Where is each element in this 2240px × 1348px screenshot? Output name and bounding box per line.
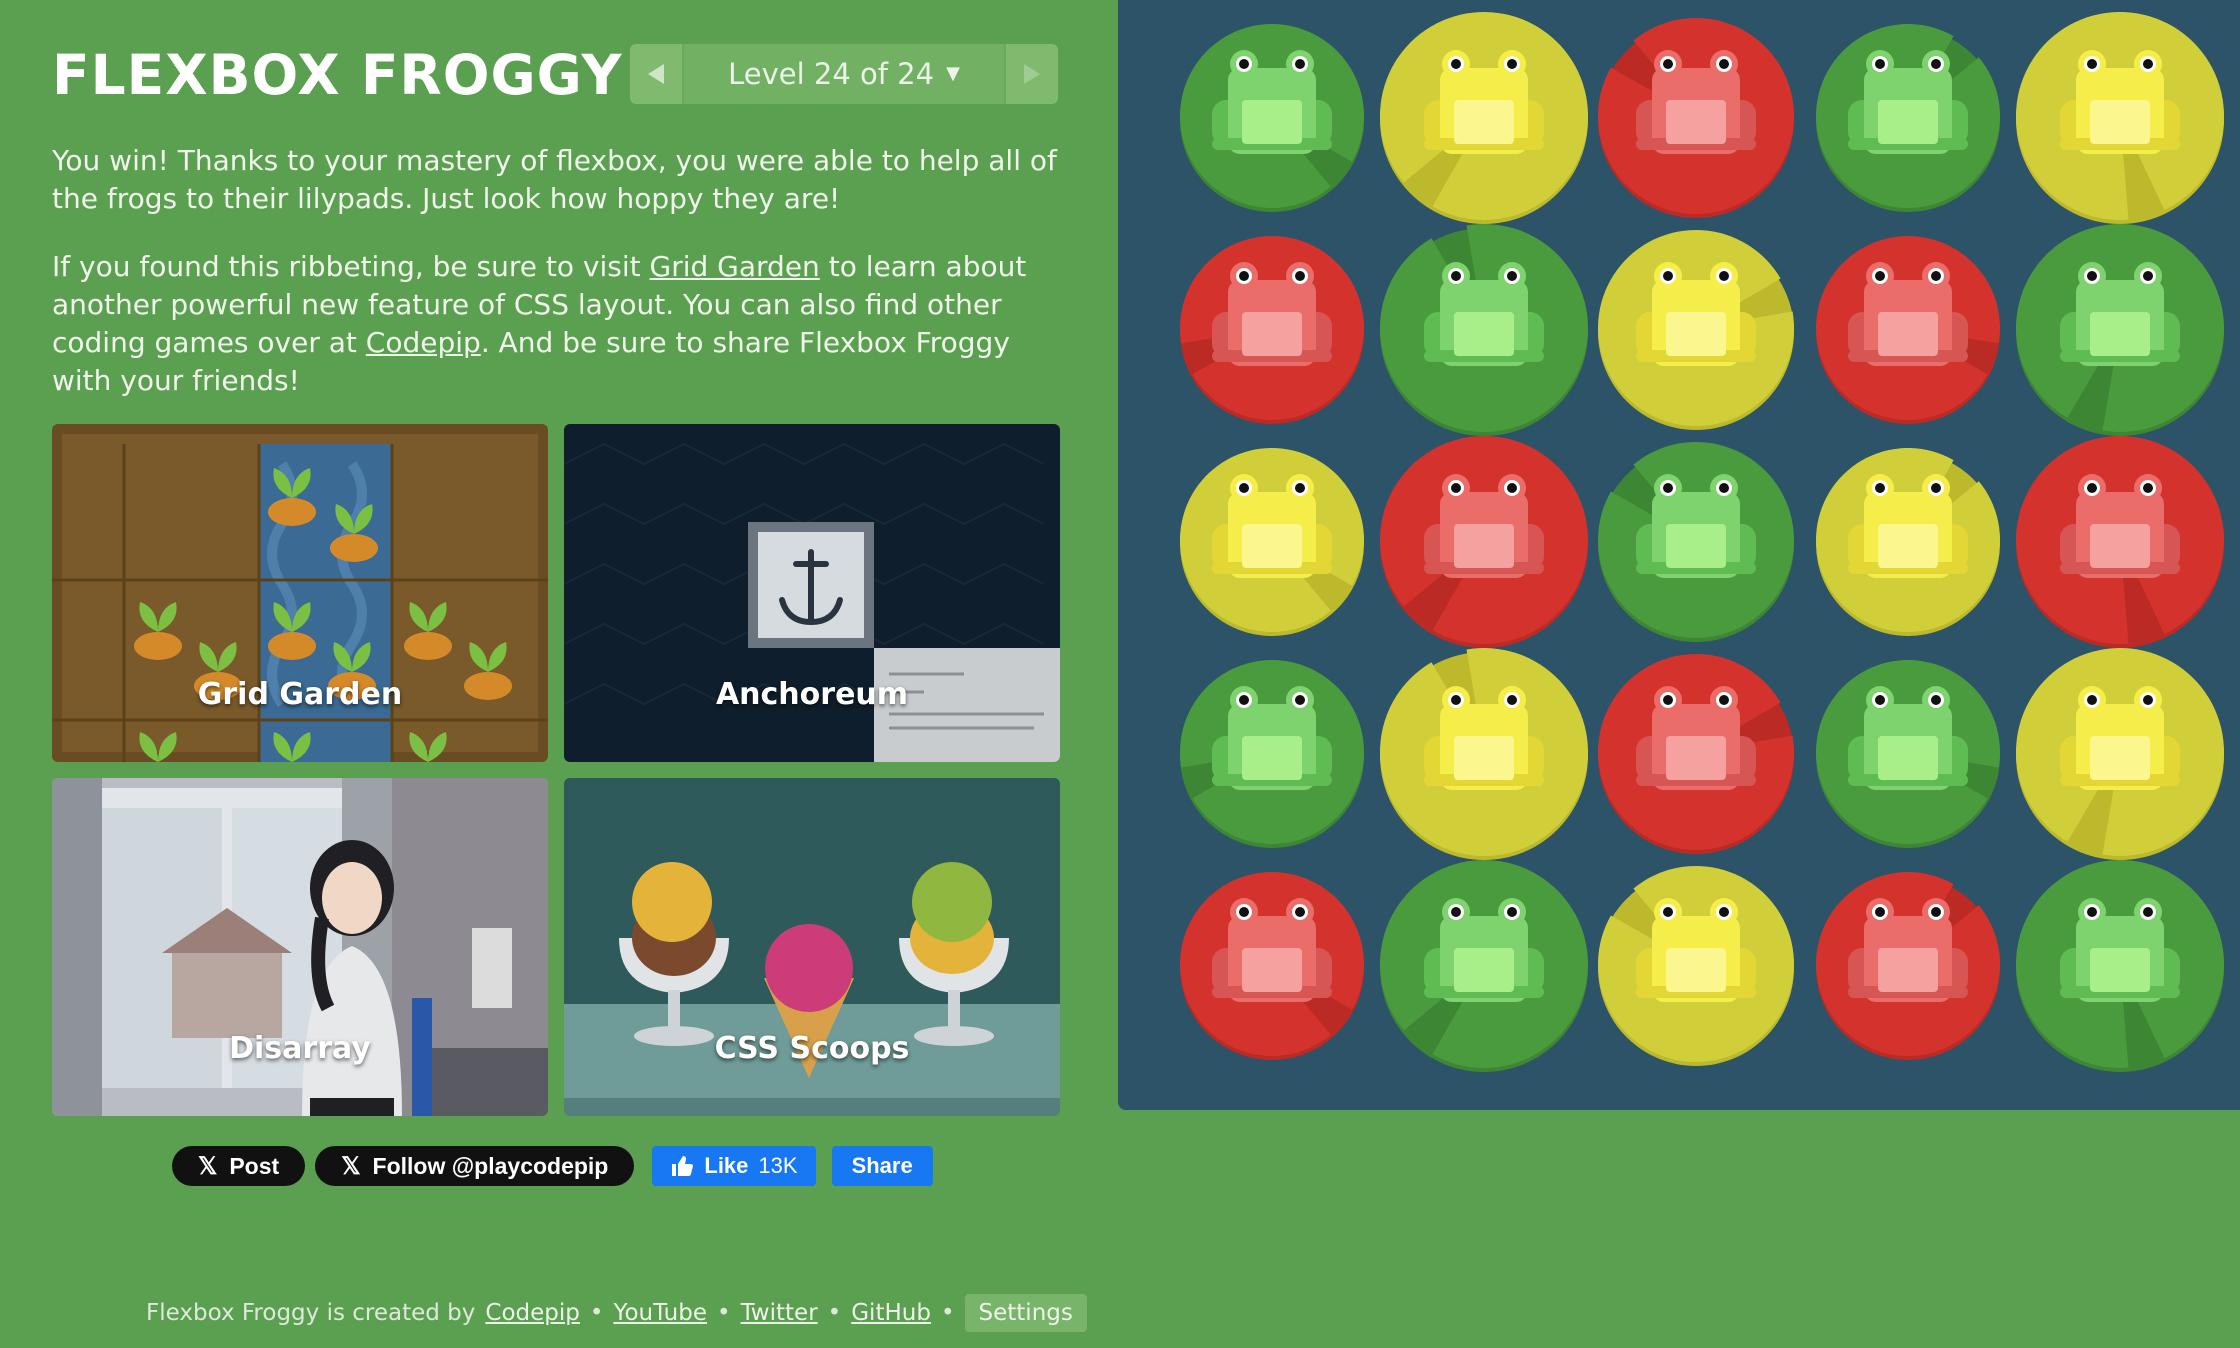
next-level-button[interactable] [1004,44,1058,104]
previous-level-button[interactable] [630,44,684,104]
lilypad-frog-yellow [1180,448,1364,636]
lilypad-frog-yellow [2016,12,2224,224]
flexbox-froggy-page: FLEXBOX FROGGY Level 24 of 24 ▼ You win!… [0,0,2240,1348]
pond-board [1118,0,2240,1110]
lilypad-frog-red [1180,236,1364,424]
lilypad-frog-yellow [2016,648,2224,860]
x-follow-button[interactable]: 𝕏 Follow @playcodepip [315,1146,635,1186]
lilypad-frog-green [1815,23,2000,212]
triangle-left-icon [648,64,664,84]
settings-button[interactable]: Settings [964,1294,1087,1332]
instructions: You win! Thanks to your mastery of flexb… [52,142,1062,430]
footer-bullet: • [827,1300,842,1326]
thumbs-up-icon [672,1156,694,1176]
grid-garden-label: Grid Garden [197,677,403,712]
anchoreum-label: Anchoreum [715,677,909,712]
lilypad-frog-green [1380,223,1589,436]
win-message: You win! Thanks to your mastery of flexb… [52,144,1057,215]
footer: Flexbox Froggy is created by Codepip • Y… [146,1294,1087,1332]
lilypad-frog-green [2016,223,2224,436]
follow-label: Follow @playcodepip [372,1152,609,1179]
triangle-right-icon [1024,64,1040,84]
share-label: Share [851,1153,913,1178]
level-navigator: Level 24 of 24 ▼ [630,44,1058,104]
footer-codepip-link[interactable]: Codepip [485,1300,579,1326]
footer-bullet: • [716,1300,731,1326]
footer-bullet: • [940,1300,955,1326]
social-buttons: 𝕏 Post 𝕏 Follow @playcodepip Like 13K Sh… [172,1146,933,1186]
facebook-share-button[interactable]: Share [831,1146,933,1186]
lilypad-frog-green [1815,660,2000,848]
lilypad-frog-green [1598,442,1794,642]
pond-svg [1180,12,2224,1072]
lilypad-frog-green [1380,860,1589,1072]
grid-garden-link[interactable]: Grid Garden [650,250,820,283]
facebook-like-button[interactable]: Like 13K [652,1146,816,1186]
lilypad-frog-red [1815,236,2000,424]
caret-down-icon: ▼ [946,63,960,84]
level-indicator[interactable]: Level 24 of 24 ▼ [684,44,1004,104]
lilypad-frog-yellow [1598,865,1794,1066]
footer-bullet: • [589,1300,604,1326]
lilypad-frog-red [1598,18,1794,218]
x-logo-icon: 𝕏 [341,1152,361,1180]
promo-message: If you found this ribbeting, be sure to … [52,250,1027,397]
lilypad-frog-yellow [1598,230,1794,430]
disarray-tile[interactable]: Disarray [52,778,548,1116]
lilypad-frog-red [2016,436,2224,648]
like-label: Like [704,1153,749,1178]
like-count: 13K [758,1153,798,1178]
lilypad-frog-red [1598,654,1795,854]
disarray-label: Disarray [229,1031,371,1066]
lilypad-frog-green [1180,23,1364,212]
lilypad-frog-red [1180,872,1364,1060]
lilypad-frog-green [2016,859,2224,1072]
games-grid: Grid Garden Anchoreum Disarray CSS Scoop… [52,424,1060,1116]
lilypad-frog-yellow [1816,447,2000,636]
css-scoops-label: CSS Scoops [714,1031,910,1066]
css-scoops-tile[interactable]: CSS Scoops [564,778,1060,1116]
footer-twitter-link[interactable]: Twitter [741,1300,818,1326]
lilypad-frog-yellow [1380,12,1588,224]
lilypad-frog-red [1816,871,2000,1060]
codepip-link[interactable]: Codepip [366,326,481,359]
lilypad-frog-yellow [1380,648,1589,860]
grid-garden-tile[interactable]: Grid Garden [52,424,548,762]
lilypad-frog-green [1180,660,1364,848]
lilypad-frog-red [1380,436,1589,648]
page-title: FLEXBOX FROGGY [52,43,623,107]
footer-github-link[interactable]: GitHub [851,1300,931,1326]
level-label: Level 24 of 24 [728,57,935,91]
anchoreum-tile[interactable]: Anchoreum [564,424,1060,762]
x-post-button[interactable]: 𝕏 Post [172,1146,306,1186]
footer-credit: Flexbox Froggy is created by [146,1300,476,1326]
x-logo-icon: 𝕏 [198,1152,218,1180]
post-label: Post [229,1152,280,1179]
footer-youtube-link[interactable]: YouTube [613,1300,707,1326]
